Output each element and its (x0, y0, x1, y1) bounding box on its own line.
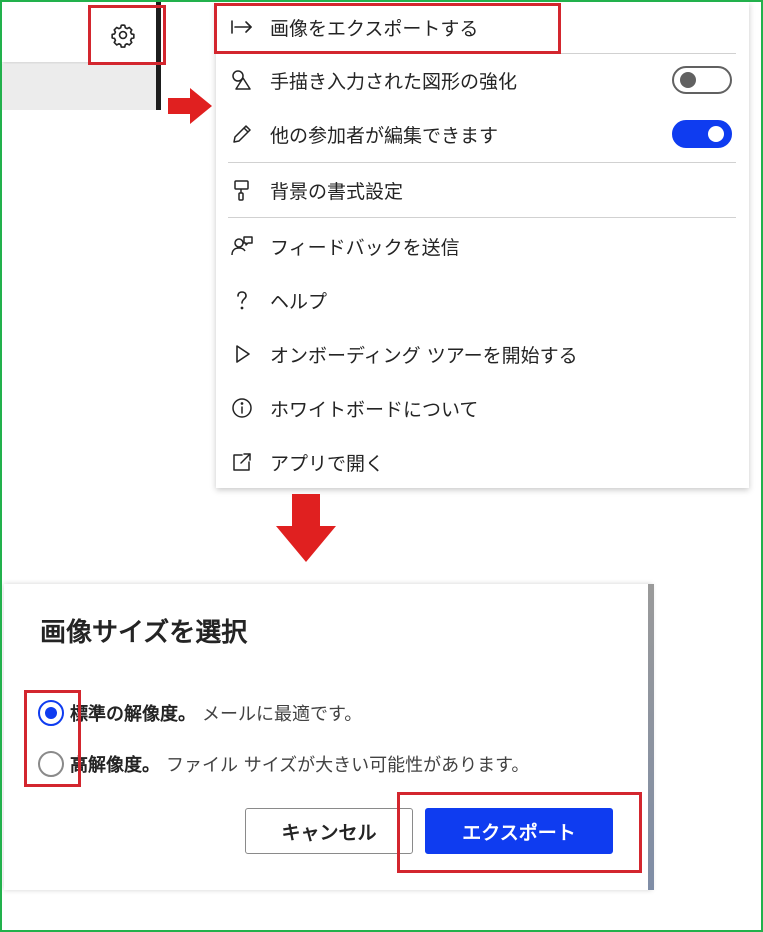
play-icon (228, 340, 256, 368)
menu-item-ink-shapes[interactable]: 手描き入力された図形の強化 (228, 57, 736, 103)
menu-item-label: オンボーディング ツアーを開始する (270, 344, 578, 367)
export-button-highlight-box (397, 792, 642, 873)
menu-item-label: フィードバックを送信 (270, 236, 460, 259)
settings-highlight-box (88, 5, 166, 65)
menu-item-background-format[interactable]: 背景の書式設定 (228, 167, 736, 213)
settings-menu: 画像をエクスポートする 手描き入力された図形の強化 他の参加者が編集できます 背… (216, 2, 749, 488)
arrow-down-icon (276, 494, 336, 562)
cancel-button[interactable]: キャンセル (245, 808, 413, 854)
menu-divider (228, 217, 736, 218)
option-label: 高解像度。 (70, 755, 160, 776)
shapes-icon (228, 66, 256, 94)
menu-item-label: アプリで開く (270, 452, 385, 475)
radio-highlight-box (24, 690, 81, 787)
menu-item-label: ヘルプ (270, 290, 328, 313)
option-label: 標準の解像度。 (70, 704, 196, 725)
menu-item-onboarding-tour[interactable]: オンボーディング ツアーを開始する (228, 331, 736, 377)
dialog-edge (648, 584, 654, 890)
info-icon (228, 394, 256, 422)
option-standard-resolution[interactable]: 標準の解像度。 メールに最適です。 (38, 696, 362, 730)
toggle-knob (680, 72, 696, 88)
open-external-icon (228, 448, 256, 476)
menu-item-label: 他の参加者が編集できます (270, 124, 499, 147)
toggle-knob (708, 126, 724, 142)
menu-item-others-can-edit[interactable]: 他の参加者が編集できます (228, 111, 736, 157)
menu-item-label: 手描き入力された図形の強化 (270, 70, 518, 93)
paint-roller-icon (228, 176, 256, 204)
others-can-edit-toggle[interactable] (672, 120, 732, 148)
menu-item-about-whiteboard[interactable]: ホワイトボードについて (228, 385, 736, 431)
export-item-highlight-box (214, 3, 561, 54)
menu-item-help[interactable]: ヘルプ (228, 277, 736, 323)
option-high-resolution[interactable]: 高解像度。 ファイル サイズが大きい可能性があります。 (38, 747, 529, 781)
option-description: メールに最適です。 (202, 704, 363, 725)
menu-item-label: ホワイトボードについて (270, 398, 479, 421)
menu-item-label: 背景の書式設定 (270, 180, 404, 203)
app-canvas-area (2, 64, 156, 110)
menu-item-send-feedback[interactable]: フィードバックを送信 (228, 223, 736, 269)
dialog-title: 画像サイズを選択 (40, 618, 248, 648)
arrow-right-icon (168, 88, 212, 124)
option-description: ファイル サイズが大きい可能性があります。 (166, 755, 530, 776)
pencil-icon (228, 120, 256, 148)
question-icon (228, 286, 256, 314)
menu-item-open-in-app[interactable]: アプリで開く (228, 439, 736, 485)
ink-shapes-toggle[interactable] (672, 66, 732, 94)
feedback-person-icon (228, 232, 256, 260)
menu-divider (228, 162, 736, 163)
